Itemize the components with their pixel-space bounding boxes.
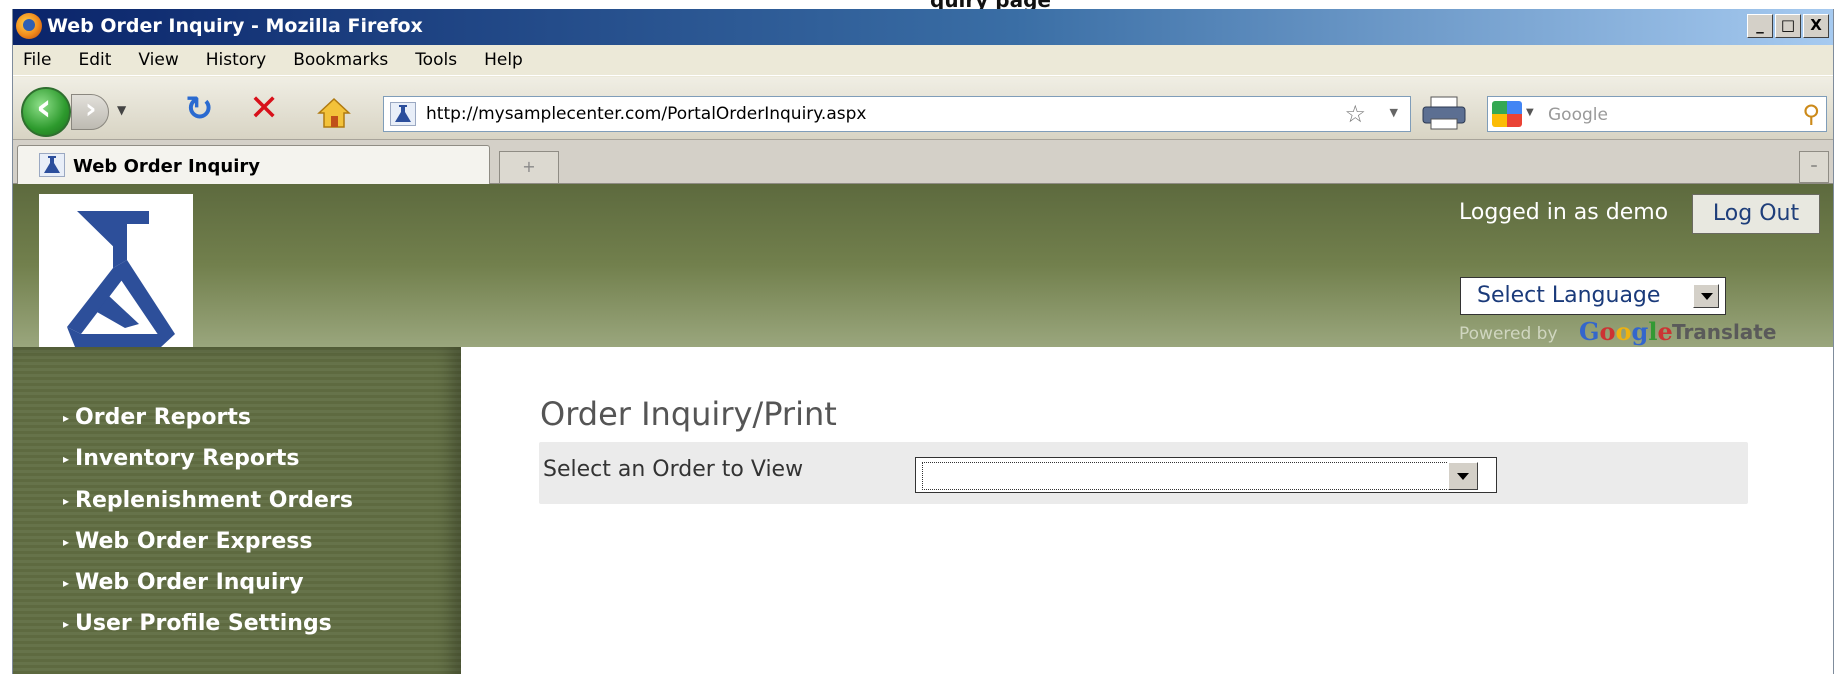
close-button[interactable]: X xyxy=(1803,14,1829,38)
search-engine-icon[interactable] xyxy=(1492,101,1522,127)
tab-web-order-inquiry[interactable]: Web Order Inquiry xyxy=(17,145,490,185)
tab-label: Web Order Inquiry xyxy=(73,156,260,177)
window-title: Web Order Inquiry - Mozilla Firefox xyxy=(47,15,423,37)
search-bar[interactable]: ▼ Google ⚲ xyxy=(1487,96,1827,132)
bookmark-star-icon[interactable]: ☆ xyxy=(1344,100,1366,128)
sidebar-item-order-reports[interactable]: Order Reports xyxy=(63,405,251,430)
new-tab-button[interactable]: + xyxy=(499,151,559,183)
url-dropdown-icon[interactable]: ▼ xyxy=(1390,106,1398,119)
site-favicon-icon xyxy=(390,102,416,126)
logged-in-text: Logged in as demo xyxy=(1459,200,1669,225)
sidebar-nav: Order Reports Inventory Reports Replenis… xyxy=(13,347,461,674)
forward-arrow-icon[interactable] xyxy=(71,92,109,130)
screenshot-caption: quiry page xyxy=(0,0,1845,9)
print-icon[interactable] xyxy=(1421,95,1467,131)
reload-icon[interactable]: ↻ xyxy=(185,92,214,126)
google-logo[interactable]: Google xyxy=(1579,317,1673,346)
sidebar-item-web-order-express[interactable]: Web Order Express xyxy=(63,529,312,554)
order-select-label: Select an Order to View xyxy=(543,457,804,482)
sidebar-item-web-order-inquiry[interactable]: Web Order Inquiry xyxy=(63,570,304,595)
order-select[interactable] xyxy=(915,457,1497,493)
language-select-value: Select Language xyxy=(1477,283,1661,308)
title-bar: Web Order Inquiry - Mozilla Firefox _ □ … xyxy=(13,9,1833,45)
window-controls: _ □ X xyxy=(1747,14,1829,38)
magnifier-icon[interactable]: ⚲ xyxy=(1802,100,1820,128)
url-text[interactable]: http://mysamplecenter.com/PortalOrderInq… xyxy=(426,104,866,124)
page-title: Order Inquiry/Print xyxy=(540,395,837,433)
web-page: Logged in as demo Log Out Select Languag… xyxy=(13,184,1833,674)
translate-link[interactable]: Translate xyxy=(1672,320,1776,344)
menu-file[interactable]: File xyxy=(23,50,51,70)
stop-icon[interactable]: ✕ xyxy=(249,91,279,127)
menu-edit[interactable]: Edit xyxy=(78,50,111,70)
address-bar[interactable]: http://mysamplecenter.com/PortalOrderInq… xyxy=(383,96,1411,132)
sidebar-item-inventory-reports[interactable]: Inventory Reports xyxy=(63,446,299,471)
language-select[interactable]: Select Language xyxy=(1460,277,1726,315)
tab-list-button[interactable]: – xyxy=(1799,151,1829,183)
back-arrow-icon[interactable] xyxy=(21,85,71,137)
logout-button[interactable]: Log Out xyxy=(1692,194,1820,234)
firefox-icon xyxy=(16,13,42,39)
history-dropdown-icon[interactable]: ▼ xyxy=(117,103,126,117)
menu-view[interactable]: View xyxy=(138,50,178,70)
menu-tools[interactable]: Tools xyxy=(415,50,457,70)
minimize-button[interactable]: _ xyxy=(1747,14,1773,38)
navigation-toolbar: ▼ ↻ ✕ http://mysamplecenter.com/PortalOr… xyxy=(13,77,1833,140)
menu-bookmarks[interactable]: Bookmarks xyxy=(293,50,388,70)
menu-help[interactable]: Help xyxy=(484,50,523,70)
engine-dropdown-icon[interactable]: ▼ xyxy=(1526,107,1534,118)
tab-strip: Web Order Inquiry + – xyxy=(13,140,1833,185)
maximize-button[interactable]: □ xyxy=(1775,14,1801,38)
menu-bar: File Edit View History Bookmarks Tools H… xyxy=(13,45,1833,76)
powered-by-text: Powered by xyxy=(1459,324,1558,344)
site-header: Logged in as demo Log Out Select Languag… xyxy=(13,184,1833,359)
sidebar-item-replenishment-orders[interactable]: Replenishment Orders xyxy=(63,488,353,513)
browser-window: Web Order Inquiry - Mozilla Firefox _ □ … xyxy=(12,9,1834,674)
chevron-down-icon[interactable] xyxy=(1693,284,1719,308)
caption-text: quiry page xyxy=(930,0,1051,9)
home-icon[interactable] xyxy=(317,96,351,130)
menu-history[interactable]: History xyxy=(206,50,266,70)
tab-favicon-icon xyxy=(39,153,65,177)
company-logo xyxy=(39,194,193,359)
chevron-down-icon[interactable] xyxy=(1448,462,1478,490)
search-input[interactable]: Google xyxy=(1548,105,1608,125)
order-form-panel: Select an Order to View xyxy=(539,442,1748,504)
sidebar-item-user-profile-settings[interactable]: User Profile Settings xyxy=(63,611,332,636)
